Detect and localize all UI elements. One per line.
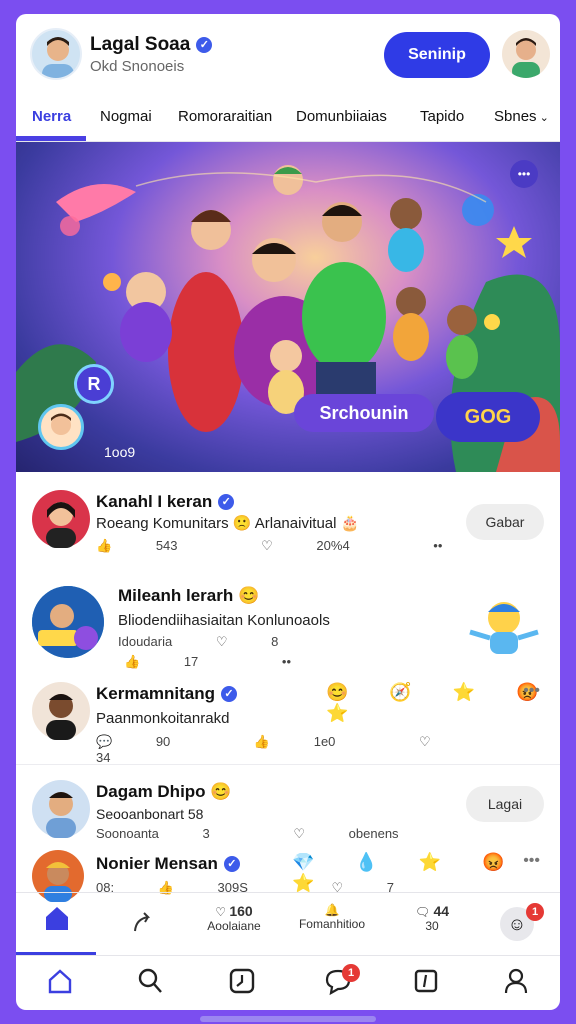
meta-label: Idoudaria <box>118 634 173 649</box>
user-avatar[interactable] <box>502 30 550 78</box>
post-action-button[interactable]: Gabar <box>466 504 544 540</box>
heart-stat[interactable]: ♡ 20%4 <box>261 538 390 553</box>
post-meta: Soonoanta 3 ♡ obenens <box>96 826 479 842</box>
chevron-down-icon: ⌄ <box>536 112 549 124</box>
thumbs-up-icon: 👍 <box>253 734 274 749</box>
like-stat[interactable]: 👍 17 <box>124 654 238 669</box>
like-stat[interactable]: 👍 543 <box>96 538 218 553</box>
share-icon[interactable] <box>130 911 156 942</box>
tab-nogmai[interactable]: Nogmai <box>100 108 152 125</box>
heart-icon: ♡ <box>261 538 277 553</box>
likes-stat[interactable]: ♡ 160 Aoolaiane <box>184 903 284 933</box>
verified-icon: ✓ <box>223 856 240 872</box>
post-text: Paanmonkoitanrakd <box>96 710 230 727</box>
tab-nerra[interactable]: Nerra <box>32 108 71 125</box>
divider <box>16 764 560 765</box>
feed-list: Kanahl I keran ✓ Roeang Komunitars 🙁 Arla… <box>16 472 560 902</box>
tab-sbnes[interactable]: Sbnes ⌄ <box>494 108 549 125</box>
comment-stat[interactable]: 💬 90 <box>96 734 210 749</box>
list-item[interactable]: Kermamnitang ✓ 😊 🧭 ⭐ 😡 ⭐ ••• Paanmonkoita… <box>16 668 560 765</box>
comments-stat[interactable]: 🗨 44 30 <box>382 903 482 933</box>
more-icon[interactable]: •• <box>433 538 442 553</box>
hero-primary-chip[interactable]: Srchounin <box>294 394 434 432</box>
list-item[interactable]: Nonier Mensan ✓ 💎 💧 ⭐ 😡 ⭐ ••• 08: 👍 309S … <box>16 848 560 902</box>
app-screen: Lagal Soaa ✓ Okd Snonoeis Seninip Nerra N… <box>16 14 560 1010</box>
hero-menu-icon[interactable]: ••• <box>510 160 538 188</box>
heart-stat[interactable]: ♡ 8 <box>216 634 319 649</box>
list-item[interactable]: Kanahl I keran ✓ Roeang Komunitars 🙁 Arla… <box>16 486 560 566</box>
post-meta: 💬 90 👍 1e0 ♡ 34 <box>96 734 560 765</box>
nav-home-icon[interactable] <box>40 966 80 1000</box>
tab-domunbiiaias[interactable]: Domunbiiaias <box>296 108 387 125</box>
tab-bar: Nerra Nogmai Romoraraitian Domunbiiaias … <box>16 98 560 142</box>
post-text: Bliodendiihasiaitan Konlunoaols <box>118 612 330 629</box>
avatar[interactable] <box>32 490 90 548</box>
profile-name: Lagal Soaa ✓ <box>90 34 213 56</box>
post-meta: Idoudaria ♡ 8 <box>118 634 358 650</box>
verified-icon: ✓ <box>221 686 238 702</box>
bell-icon: 🔔 <box>324 903 340 917</box>
post-title: Mileanh lerarh 😊 <box>118 586 260 605</box>
community-label: Fomanhitioo <box>298 917 366 931</box>
comment-icon: 🗨 <box>414 905 434 919</box>
avatar[interactable] <box>32 586 104 658</box>
verified-icon: ✓ <box>196 37 213 53</box>
verified-icon: ✓ <box>218 494 235 510</box>
heart-icon: ♡ <box>293 826 309 841</box>
tab-tapido[interactable]: Tapido <box>420 108 464 125</box>
thumbs-up-icon: 👍 <box>96 538 116 553</box>
post-title: Kermamnitang ✓ <box>96 684 238 704</box>
nav-profile-icon[interactable] <box>496 966 536 1000</box>
comment-icon: 💬 <box>96 734 116 749</box>
post-title: Dagam Dhipo 😊 <box>96 782 232 801</box>
signup-button[interactable]: Seninip <box>384 32 490 78</box>
like-stat[interactable]: 👍 1e0 <box>254 734 376 749</box>
post-text: Roeang Komunitars 🙁 Arlanaivitual 🎂 <box>96 515 360 532</box>
hero-secondary-chip[interactable]: GOG <box>436 392 540 442</box>
hero-banner[interactable]: ••• R 1oo9 Srchounin GOG <box>16 142 560 472</box>
heart-icon: ♡ <box>215 905 230 919</box>
home-icon[interactable] <box>42 903 76 937</box>
meta-label: Soonoanta 3 <box>96 826 210 841</box>
more-icon[interactable]: ••• <box>523 682 540 700</box>
hero-badge-icon[interactable]: R <box>74 364 114 404</box>
notification-badge: 1 <box>526 903 544 921</box>
post-text: Seooanbonart 58 <box>96 806 204 822</box>
profile-avatar[interactable] <box>30 28 82 80</box>
thumbs-up-icon: 👍 <box>124 654 144 669</box>
community-stat[interactable]: 🔔 Fomanhitioo <box>282 903 382 931</box>
tab-romoraraitian[interactable]: Romoraraitian <box>178 108 272 125</box>
post-title: Kanahl I keran ✓ <box>96 492 235 512</box>
likes-label: Aoolaiane <box>207 919 261 933</box>
tab-indicator <box>16 136 86 141</box>
home-indicator <box>200 1016 376 1022</box>
nav-clock-icon[interactable] <box>222 966 262 1000</box>
list-item[interactable]: Dagam Dhipo 😊 Seooanbonart 58 Soonoanta … <box>16 776 560 848</box>
post-action-button[interactable]: Lagai <box>466 786 544 822</box>
active-indicator <box>16 952 96 955</box>
avatar[interactable] <box>32 682 90 740</box>
bottom-nav: 1 <box>16 956 560 1010</box>
post-meta: 👍 543 ♡ 20%4 •• <box>96 538 482 554</box>
more-icon[interactable]: •• <box>282 654 291 669</box>
comments-label: 30 <box>425 919 439 933</box>
avatar[interactable] <box>32 780 90 838</box>
hero-avatar[interactable] <box>38 404 84 450</box>
mascot-icon <box>469 602 539 654</box>
nav-bookmark-icon[interactable] <box>406 966 446 1000</box>
heart-icon: ♡ <box>215 634 232 649</box>
more-icon[interactable]: ••• <box>523 852 540 870</box>
action-bar: ♡ 160 Aoolaiane 🔔 Fomanhitioo 🗨 44 30 ☺ … <box>16 892 560 956</box>
nav-search-icon[interactable] <box>130 966 170 1000</box>
list-item[interactable]: Mileanh lerarh 😊 Bliodendiihasiaitan Kon… <box>16 578 560 669</box>
heart-icon: ♡ <box>419 734 431 749</box>
heart-stat[interactable]: ♡ obenens <box>293 826 438 841</box>
header: Lagal Soaa ✓ Okd Snonoeis Seninip <box>16 14 560 98</box>
hero-count: 1oo9 <box>104 444 136 460</box>
nav-chat-badge: 1 <box>342 964 360 982</box>
post-title: Nonier Mensan ✓ <box>96 854 240 874</box>
profile-subtitle: Okd Snonoeis <box>90 58 185 75</box>
